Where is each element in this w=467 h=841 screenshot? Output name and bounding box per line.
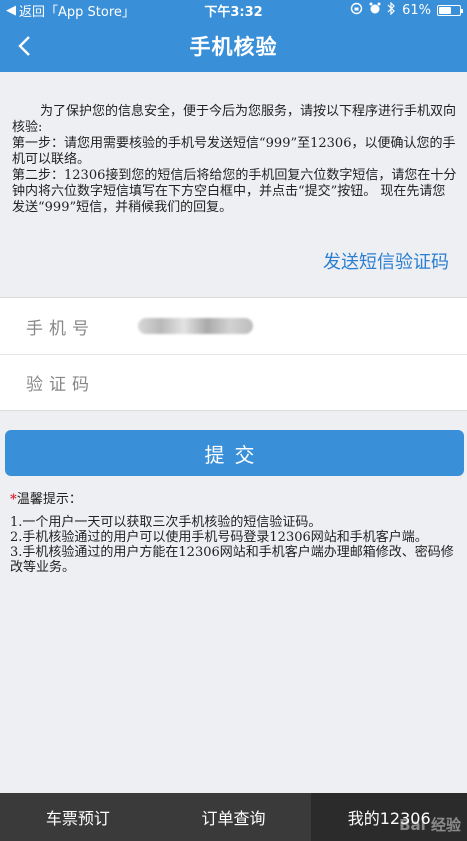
code-input[interactable] <box>138 372 467 393</box>
tips-title-text: 温馨提示： <box>16 492 82 507</box>
code-label: 验证码 <box>26 375 95 395</box>
chevron-left-icon <box>18 36 30 56</box>
tips-title: *温馨提示： <box>10 492 460 507</box>
status-time: 下午3:32 <box>204 4 263 20</box>
tip-item: 3.手机核验通过的用户方能在12306网站和手机客户端办理邮箱修改、密码修改等业… <box>10 545 454 575</box>
nav-bar: 手机核验 <box>0 20 467 72</box>
phone-number-value[interactable] <box>138 318 253 334</box>
tab-ticket-booking[interactable]: 车票预订 <box>0 793 156 841</box>
rotation-lock-icon <box>350 2 363 19</box>
battery-icon <box>437 4 463 16</box>
tips-star: * <box>10 492 17 507</box>
tab-my-12306[interactable]: 我的12306 <box>311 793 467 841</box>
alarm-icon <box>369 2 381 19</box>
tab-bar: 车票预订 订单查询 我的12306 Bai 经验 <box>0 793 467 841</box>
send-sms-code-link[interactable]: 发送短信验证码 <box>323 248 449 274</box>
back-to-app[interactable]: ◀ 返回「App Store」 <box>6 1 181 20</box>
submit-button[interactable]: 提交 <box>5 430 464 476</box>
bluetooth-icon <box>387 1 396 19</box>
back-button[interactable] <box>6 26 42 66</box>
tip-item: 1.一个用户一天可以获取三次手机核验的短信验证码。 <box>10 515 322 530</box>
back-app-label: 返回「App Store」 <box>19 4 135 20</box>
phone-row: 手机号 <box>0 298 467 354</box>
status-bar: ◀ 返回「App Store」 下午3:32 61% <box>0 0 467 20</box>
verification-form: 手机号 验证码 <box>0 297 467 411</box>
battery-percent: 61% <box>402 2 431 18</box>
page-title: 手机核验 <box>189 35 278 59</box>
intro-paragraph: 为了保护您的信息安全，便于今后为您服务，请按以下程序进行手机双向核验: <box>12 104 457 135</box>
tab-order-query[interactable]: 订单查询 <box>156 793 312 841</box>
tips-section: *温馨提示： 1.一个用户一天可以获取三次手机核验的短信验证码。 2.手机核验通… <box>10 492 460 575</box>
intro-text: 为了保护您的信息安全，便于今后为您服务，请按以下程序进行手机双向核验: 第一步：… <box>12 104 458 216</box>
back-triangle-icon: ◀ <box>6 2 16 18</box>
code-row: 验证码 <box>0 354 467 410</box>
intro-step-2: 第二步：12306接到您的短信后将给您的手机回复六位数字短信，请您在十分钟内将六… <box>12 168 457 215</box>
phone-label: 手机号 <box>26 318 95 339</box>
intro-step-1: 第一步：请您用需要核验的手机号发送短信“999”至12306，以便确认您的手机可… <box>12 136 456 167</box>
tip-item: 2.手机核验通过的用户可以使用手机号码登录12306网站和手机客户端。 <box>10 530 428 545</box>
